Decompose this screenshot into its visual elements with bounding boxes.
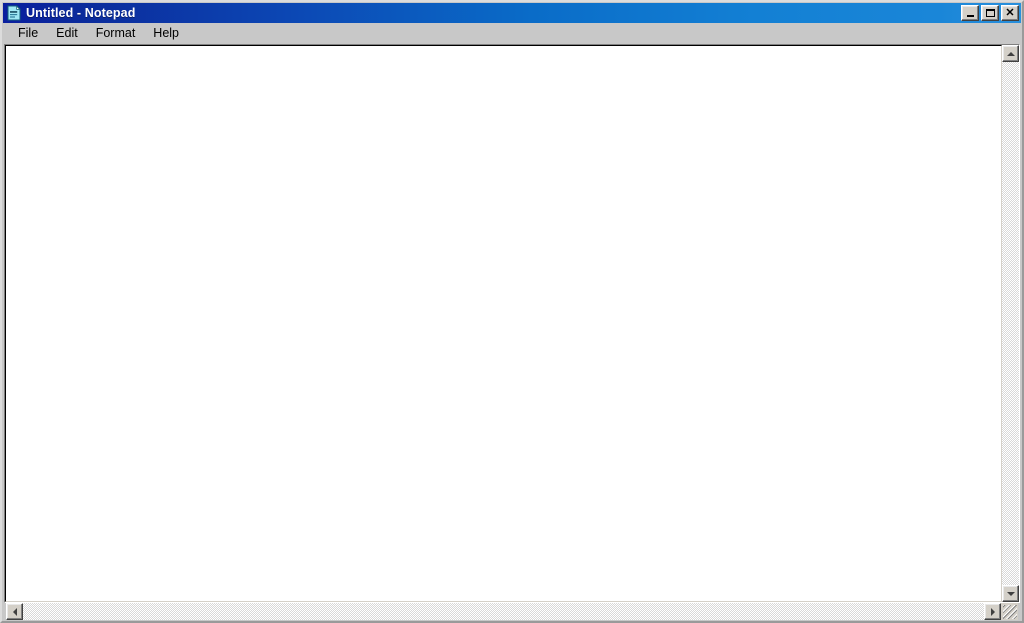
- menu-item-edit[interactable]: Edit: [47, 25, 87, 43]
- notepad-window: Untitled - Notepad ✕ File Edit Format He…: [0, 0, 1024, 623]
- scroll-down-button[interactable]: [1002, 585, 1019, 602]
- menu-item-file[interactable]: File: [9, 25, 47, 43]
- notepad-icon: [6, 5, 22, 21]
- vertical-scroll-track[interactable]: [1002, 62, 1019, 585]
- edit-area-frame: [4, 44, 1020, 603]
- title-bar[interactable]: Untitled - Notepad ✕: [3, 3, 1021, 23]
- menu-item-format[interactable]: Format: [87, 25, 145, 43]
- scroll-up-button[interactable]: [1002, 45, 1019, 62]
- scroll-right-button[interactable]: [984, 603, 1001, 620]
- menu-bar: File Edit Format Help: [2, 23, 1022, 44]
- client-area: [4, 44, 1020, 620]
- edit-area-inner: [5, 45, 1002, 602]
- arrow-left-icon: [12, 607, 17, 616]
- arrow-right-icon: [990, 607, 995, 616]
- scroll-left-button[interactable]: [6, 603, 23, 620]
- close-button[interactable]: ✕: [1001, 5, 1019, 21]
- horizontal-scrollbar[interactable]: [6, 603, 1018, 620]
- menu-item-help[interactable]: Help: [144, 25, 188, 43]
- minimize-button[interactable]: [961, 5, 979, 21]
- minimize-icon: [962, 6, 978, 20]
- text-editor[interactable]: [6, 46, 1001, 601]
- close-icon: ✕: [1005, 6, 1015, 19]
- arrow-down-icon: [1006, 591, 1015, 596]
- resize-grip[interactable]: [1001, 603, 1018, 620]
- window-title: Untitled - Notepad: [26, 6, 136, 20]
- caption-button-group: ✕: [961, 5, 1020, 21]
- maximize-button[interactable]: [981, 5, 999, 21]
- maximize-icon: [982, 6, 998, 20]
- arrow-up-icon: [1006, 51, 1015, 56]
- vertical-scrollbar[interactable]: [1002, 45, 1019, 602]
- horizontal-scroll-track[interactable]: [23, 603, 984, 620]
